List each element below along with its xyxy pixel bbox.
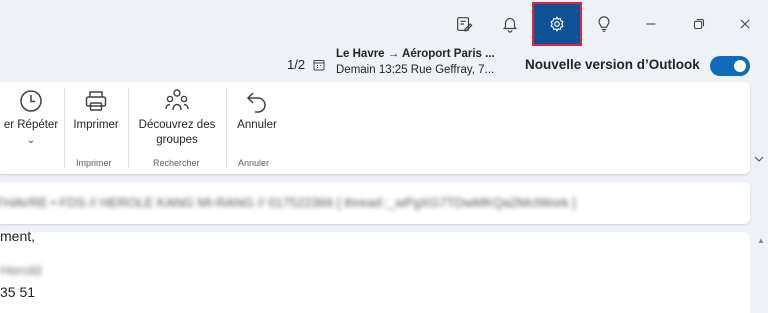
calendar-icon: [313, 60, 325, 71]
people-group-icon: [165, 89, 189, 111]
discover-groups-label-line2: groupes: [156, 134, 198, 146]
reminder-event-title[interactable]: Le Havre → Aéroport Paris ...: [336, 48, 495, 60]
message-subject-bar: FHAVRE • FDS // HEROLE KANG MI-RANG // 0…: [0, 182, 750, 224]
group-label-search: Rechercher: [153, 158, 200, 168]
ribbon-expand-chevron-icon[interactable]: [753, 153, 765, 165]
minimize-button[interactable]: [628, 4, 674, 44]
undo-icon: [246, 92, 266, 113]
body-line: Herold: [0, 262, 42, 278]
bell-icon: [502, 18, 518, 33]
clock-icon: [20, 90, 42, 112]
message-body: ment, Herold 35 51: [0, 228, 750, 313]
info-bar: 1/2 Le Havre → Aéroport Paris ... Demain…: [0, 48, 768, 82]
message-subject: FHAVRE • FDS // HEROLE KANG MI-RANG // 0…: [0, 195, 576, 210]
printer-icon: [85, 91, 107, 111]
repeat-label: er Répéter: [3, 119, 59, 131]
body-line: ment,: [0, 228, 36, 244]
repeat-button[interactable]: er Répéter ⌄: [2, 88, 60, 146]
lightbulb-icon: [598, 16, 610, 32]
gear-icon: [550, 16, 564, 32]
ribbon-divider: [226, 88, 227, 168]
ribbon: er Répéter ⌄ Imprimer Imprimer Découvrez…: [0, 82, 750, 174]
discover-groups-label-line1: Découvrez des: [138, 119, 216, 131]
minimize-icon: [646, 23, 656, 25]
compose-note-button[interactable]: [441, 4, 487, 44]
ribbon-divider: [128, 88, 129, 168]
reminder-pager[interactable]: 1/2: [287, 57, 305, 72]
ribbon-divider: [64, 88, 65, 168]
group-label-print: Imprimer: [76, 158, 112, 168]
settings-button[interactable]: [532, 2, 582, 46]
new-outlook-toggle[interactable]: [710, 56, 750, 76]
print-button[interactable]: Imprimer: [68, 88, 124, 133]
restore-icon: [693, 18, 705, 30]
toggle-knob: [734, 60, 746, 72]
close-button[interactable]: [722, 4, 768, 44]
restore-button[interactable]: [676, 4, 722, 44]
group-label-undo: Annuler: [238, 158, 270, 168]
reminder-event-subtitle[interactable]: Demain 13:25 Rue Geffray, 7...: [336, 64, 494, 76]
title-bar: [0, 0, 768, 48]
discover-groups-label: Découvrez des groupes: [139, 118, 216, 148]
new-outlook-label: Nouvelle version d’Outlook: [525, 57, 700, 72]
notifications-button[interactable]: [487, 4, 533, 44]
undo-label: Annuler: [237, 119, 277, 131]
scroll-up-arrow-icon[interactable]: ▲: [757, 236, 765, 245]
chevron-down-icon[interactable]: ⌄: [27, 135, 35, 146]
discover-groups-button[interactable]: Découvrez des groupes: [132, 88, 222, 148]
close-icon: [740, 19, 750, 29]
note-pen-icon: [457, 17, 473, 32]
body-line: 35 51: [0, 284, 36, 300]
print-label: Imprimer: [73, 119, 119, 131]
undo-button[interactable]: Annuler: [230, 88, 284, 133]
tips-button[interactable]: [581, 4, 627, 44]
